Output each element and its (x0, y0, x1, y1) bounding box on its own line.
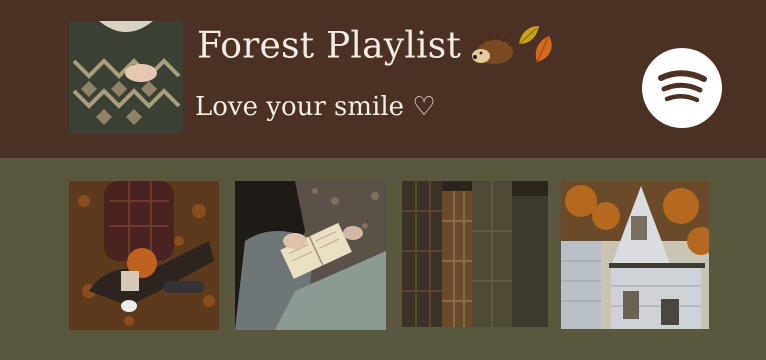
playlist-header: Forest Playlist Love your smile ♡ (0, 0, 766, 158)
autumn-leaves-icon (518, 26, 552, 63)
gallery-photo-autumn-house (561, 181, 709, 329)
hedgehog-icon (472, 33, 514, 64)
playlist-subtitle: Love your smile ♡ (195, 92, 436, 122)
spotify-logo-icon (658, 70, 707, 103)
gallery-photo-autumn-leaves (69, 181, 219, 330)
gallery-photo-plaid-coats (402, 181, 548, 327)
playlist-title-text: Forest Playlist (197, 25, 462, 67)
title-emoji-group (471, 22, 561, 75)
playlist-cover-image (69, 21, 183, 133)
gallery-photo-reading-book (235, 181, 386, 330)
spotify-button[interactable] (642, 48, 722, 128)
playlist-title: Forest Playlist (197, 22, 561, 75)
